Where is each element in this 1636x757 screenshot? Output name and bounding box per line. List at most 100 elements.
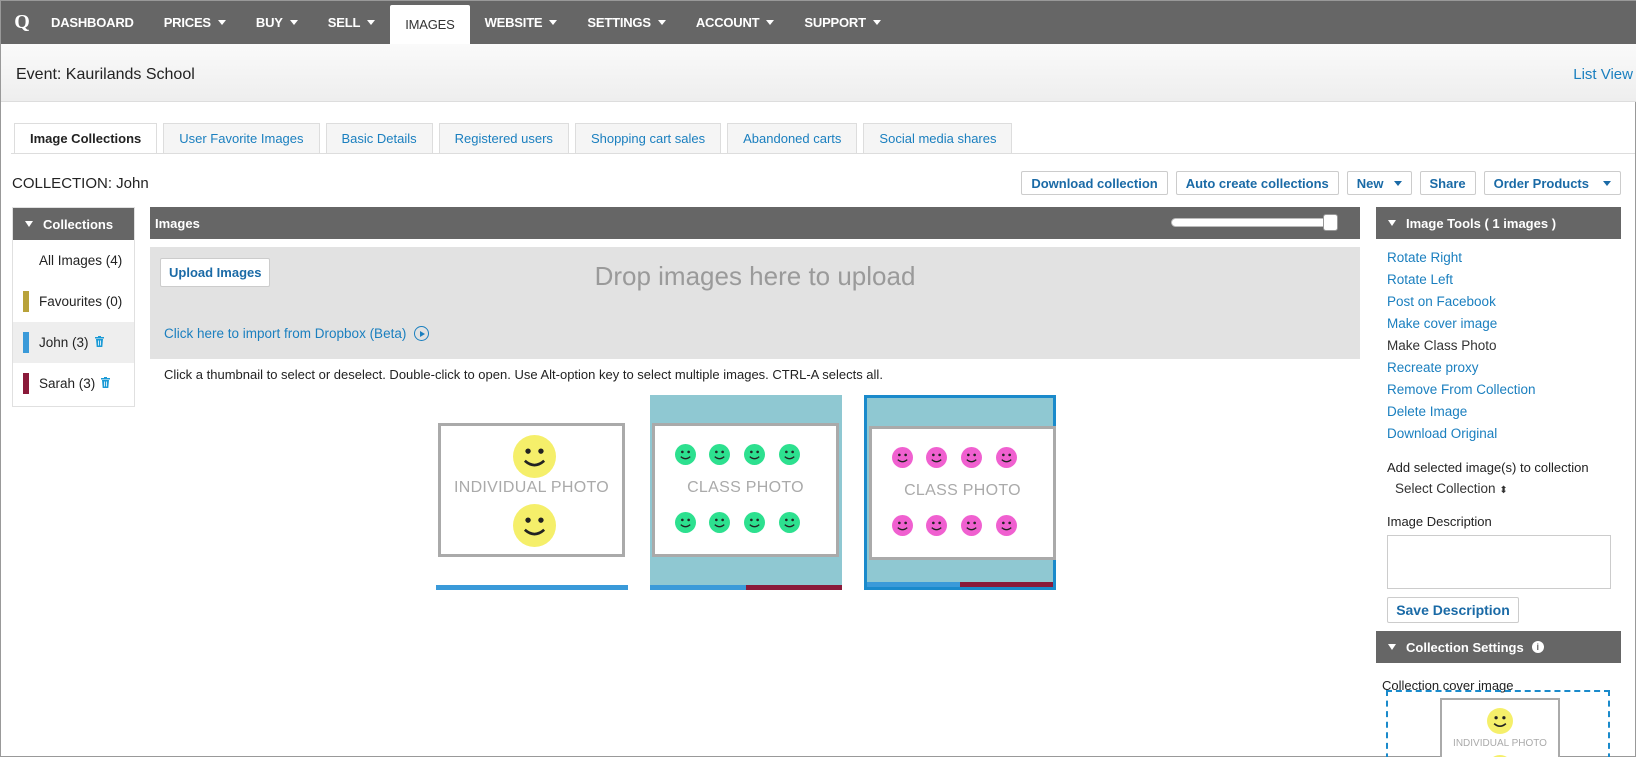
smiley-icon bbox=[675, 512, 696, 533]
share-button[interactable]: Share bbox=[1419, 171, 1476, 195]
nav-item-sell[interactable]: SELL bbox=[313, 1, 390, 44]
cover-image-text: INDIVIDUAL PHOTO bbox=[1453, 738, 1547, 749]
smiley-icon bbox=[709, 444, 730, 465]
select-collection-value: Select Collection bbox=[1395, 481, 1496, 496]
image-tools-panel: Image Tools ( 1 images ) Rotate Right Rot… bbox=[1376, 207, 1621, 757]
tab-registered-users[interactable]: Registered users bbox=[438, 123, 569, 153]
tool-post-on-facebook-link[interactable]: Post on Facebook bbox=[1387, 292, 1621, 314]
nav-menu: DASHBOARD PRICES BUY SELL IMAGES WEBSITE SETTI… bbox=[43, 1, 896, 44]
chevron-down-icon bbox=[217, 20, 226, 25]
tool-remove-from-collection-link[interactable]: Remove From Collection bbox=[1387, 380, 1621, 402]
chevron-down-icon bbox=[766, 20, 775, 25]
nav-item-settings[interactable]: SETTINGS bbox=[572, 1, 680, 44]
image-thumbnail[interactable]: INDIVIDUAL PHOTO bbox=[436, 395, 628, 590]
cover-image-thumbnail: INDIVIDUAL PHOTO bbox=[1440, 698, 1560, 757]
share-label: Share bbox=[1429, 175, 1466, 191]
image-tools-header[interactable]: Image Tools ( 1 images ) bbox=[1376, 207, 1621, 239]
tab-bar: Image Collections User Favorite Images Bas… bbox=[14, 123, 1013, 153]
nav-item-prices[interactable]: PRICES bbox=[149, 1, 241, 44]
smiley-icon bbox=[892, 447, 913, 468]
collapse-triangle-icon bbox=[25, 221, 33, 227]
order-products-button[interactable]: Order Products bbox=[1483, 171, 1621, 195]
auto-create-collections-button[interactable]: Auto create collections bbox=[1175, 171, 1339, 195]
tab-social-media-shares[interactable]: Social media shares bbox=[863, 123, 1013, 153]
tool-rotate-right-link[interactable]: Rotate Right bbox=[1387, 248, 1621, 270]
tool-delete-image-link[interactable]: Delete Image bbox=[1387, 402, 1621, 424]
order-products-label: Order Products bbox=[1493, 175, 1589, 191]
nav-item-buy[interactable]: BUY bbox=[241, 1, 313, 44]
download-collection-label: Download collection bbox=[1031, 175, 1158, 191]
chevron-down-icon bbox=[1603, 180, 1611, 186]
collection-item-label: Sarah (3) bbox=[39, 376, 96, 391]
smiley-icon bbox=[926, 515, 947, 536]
collection-item-label: John (3) bbox=[39, 335, 89, 350]
tab-abandoned-carts[interactable]: Abandoned carts bbox=[727, 123, 858, 153]
tab-basic-details[interactable]: Basic Details bbox=[325, 123, 433, 153]
nav-item-label: BUY bbox=[255, 15, 283, 30]
color-segment bbox=[867, 582, 960, 587]
slider-handle[interactable] bbox=[1323, 214, 1338, 231]
tool-make-class-photo-link[interactable]: Make Class Photo bbox=[1387, 336, 1621, 358]
new-dropdown-button[interactable]: New bbox=[1346, 171, 1412, 195]
tab-image-collections[interactable]: Image Collections bbox=[14, 123, 158, 153]
tab-user-favorite-images[interactable]: User Favorite Images bbox=[163, 123, 320, 153]
selection-help-text: Click a thumbnail to select or deselect.… bbox=[164, 367, 883, 382]
collection-item[interactable]: Favourites (0) bbox=[13, 281, 134, 322]
download-collection-button[interactable]: Download collection bbox=[1021, 171, 1168, 195]
collapse-triangle-icon bbox=[1388, 644, 1396, 650]
nav-item-label: ACCOUNT bbox=[695, 15, 760, 30]
tool-recreate-proxy-link[interactable]: Recreate proxy bbox=[1387, 358, 1621, 380]
tab-shopping-cart-sales[interactable]: Shopping cart sales bbox=[574, 123, 722, 153]
color-segment bbox=[960, 582, 1053, 587]
thumbnail-photo: CLASS PHOTO bbox=[869, 426, 1056, 560]
collection-item[interactable]: John (3) bbox=[13, 322, 134, 363]
cover-image-dropzone[interactable]: INDIVIDUAL PHOTO bbox=[1386, 690, 1610, 757]
smiley-icon bbox=[996, 515, 1017, 536]
nav-item-images[interactable]: IMAGES bbox=[390, 5, 470, 44]
collection-item[interactable]: All Images (4) bbox=[13, 240, 134, 281]
image-thumbnail[interactable]: CLASS PHOTO bbox=[650, 395, 842, 590]
tool-download-original-link[interactable]: Download Original bbox=[1387, 424, 1621, 446]
collection-color-swatch bbox=[23, 332, 29, 353]
thumbnail-size-slider[interactable] bbox=[1171, 218, 1337, 227]
chevron-down-icon bbox=[289, 20, 298, 25]
nav-item-label: DASHBOARD bbox=[51, 15, 134, 30]
logo[interactable]: Q bbox=[1, 1, 43, 44]
nav-item-website[interactable]: WEBSITE bbox=[470, 1, 573, 44]
collection-settings-header[interactable]: Collection Settings i bbox=[1376, 631, 1621, 663]
info-icon[interactable]: i bbox=[1531, 641, 1544, 653]
chevron-down-icon bbox=[367, 20, 376, 25]
nav-item-account[interactable]: ACCOUNT bbox=[681, 1, 790, 44]
trash-icon[interactable] bbox=[101, 376, 111, 391]
nav-item-support[interactable]: SUPPORT bbox=[789, 1, 895, 44]
smiley-icon bbox=[1487, 708, 1513, 734]
tool-rotate-left-link[interactable]: Rotate Left bbox=[1387, 270, 1621, 292]
tool-make-cover-image-link[interactable]: Make cover image bbox=[1387, 314, 1621, 336]
list-view-link[interactable]: List View bbox=[1573, 66, 1633, 83]
trash-icon[interactable] bbox=[94, 335, 104, 350]
nav-item-label: PRICES bbox=[163, 15, 211, 30]
collection-color-swatch bbox=[23, 373, 29, 394]
smiley-icon bbox=[779, 512, 800, 533]
collections-header[interactable]: Collections bbox=[13, 208, 134, 240]
smiley-icon bbox=[892, 515, 913, 536]
collection-color-swatch bbox=[23, 291, 29, 312]
image-description-textarea[interactable] bbox=[1387, 535, 1611, 589]
nav-item-dashboard[interactable]: DASHBOARD bbox=[43, 1, 149, 44]
chevron-down-icon bbox=[1393, 180, 1402, 186]
color-segment bbox=[436, 585, 628, 590]
smiley-icon bbox=[709, 512, 730, 533]
collection-item-label: All Images (4) bbox=[39, 253, 123, 268]
collection-item[interactable]: Sarah (3) bbox=[13, 363, 134, 404]
save-description-button[interactable]: Save Description bbox=[1387, 597, 1519, 623]
drop-text: Drop images here to upload bbox=[594, 261, 916, 291]
thumbnail-label: CLASS PHOTO bbox=[687, 479, 804, 496]
dropbox-import-link[interactable]: Click here to import from Dropbox (Beta) bbox=[164, 326, 430, 341]
tab-divider bbox=[11, 153, 1635, 154]
thumbnail-photo: INDIVIDUAL PHOTO bbox=[438, 423, 625, 557]
thumbnail-photo: CLASS PHOTO bbox=[652, 423, 839, 557]
select-collection-dropdown[interactable]: Select Collection ⬍ bbox=[1376, 481, 1621, 496]
image-thumbnail[interactable]: CLASS PHOTO bbox=[864, 395, 1056, 590]
upload-dropzone[interactable]: Drop images here to upload Upload Images… bbox=[150, 247, 1360, 359]
upload-images-button[interactable]: Upload Images bbox=[160, 258, 271, 287]
